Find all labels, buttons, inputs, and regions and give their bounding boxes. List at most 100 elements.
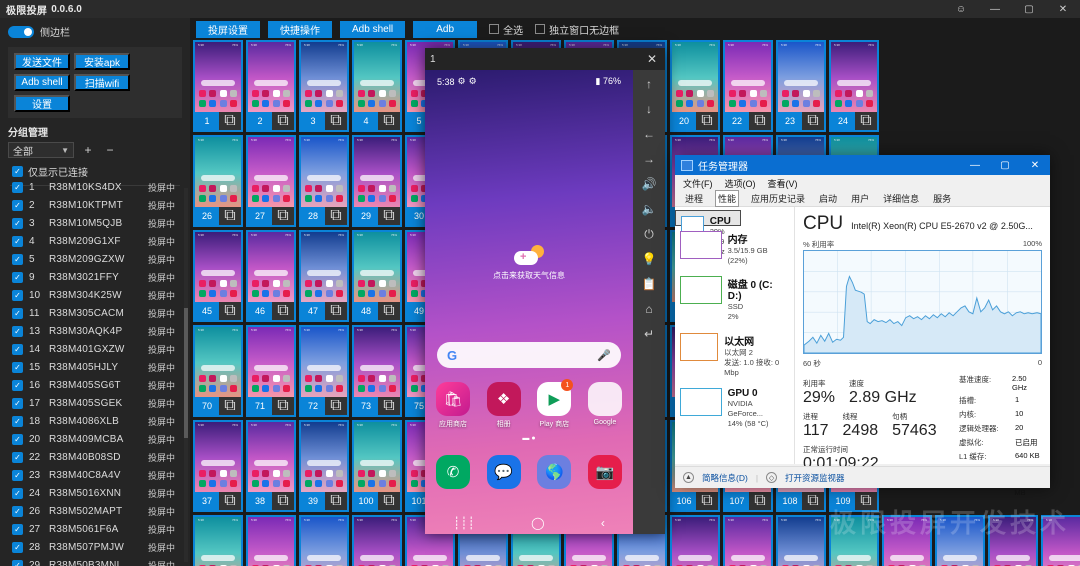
home-nav-icon[interactable]: ⌂	[639, 301, 659, 317]
external-link-icon[interactable]: ⧉	[272, 302, 294, 320]
device-checkbox[interactable]: ✓	[12, 451, 23, 463]
resource-item[interactable]: 磁盘 0 (C: D:) SSD 2%	[675, 271, 794, 327]
quick-actions-button[interactable]: 快捷操作	[268, 20, 332, 38]
external-link-icon[interactable]: ⧉	[696, 112, 718, 130]
adb-shell-button[interactable]: Adb shell	[340, 20, 406, 38]
device-thumbnail[interactable]: 5:3876%39⧉	[299, 515, 349, 566]
device-checkbox[interactable]: ✓	[12, 523, 23, 535]
device-row[interactable]: ✓ 11 R38M305CACM 投屏中	[0, 304, 190, 322]
tab-processes[interactable]: 进程	[683, 191, 705, 206]
device-thumbnail[interactable]: 5:38 76% 3 ⧉	[299, 40, 349, 132]
external-link-icon[interactable]: ⧉	[378, 207, 400, 225]
screen-settings-button[interactable]: 投屏设置	[196, 20, 260, 38]
select-all-box[interactable]	[489, 24, 500, 34]
brief-info-link[interactable]: 简略信息(D)	[702, 472, 748, 484]
device-thumbnail[interactable]: 5:3876%39⧉	[299, 420, 349, 512]
thumbnail-number[interactable]: 28	[301, 207, 325, 225]
device-row[interactable]: ✓ 29 R38M50B3MNL 投屏中	[0, 556, 190, 566]
external-link-icon[interactable]: ⧉	[219, 112, 241, 130]
bulb-icon[interactable]: 💡	[639, 251, 659, 267]
device-row[interactable]: ✓ 16 R38M405SG6T 投屏中	[0, 376, 190, 394]
device-thumbnail[interactable]: 5:3876% 45⧉	[193, 230, 243, 322]
external-link-icon[interactable]: ⧉	[325, 397, 347, 415]
device-thumbnail[interactable]: 5:38 76% 73 ⧉	[352, 325, 402, 417]
external-link-icon[interactable]: ⧉	[272, 397, 294, 415]
external-link-icon[interactable]: ⧉	[325, 112, 347, 130]
thumbnail-number[interactable]: 107	[725, 492, 749, 510]
thumbnail-number[interactable]: 47	[301, 302, 325, 320]
app-icon-google-folder[interactable]: Google	[585, 382, 625, 429]
sidebar-scrollbar-thumb[interactable]	[184, 308, 188, 438]
thumbnail-number[interactable]: 4	[354, 112, 378, 130]
device-checkbox[interactable]: ✓	[12, 433, 23, 445]
external-link-icon[interactable]: ⧉	[802, 112, 824, 130]
thumbnail-number[interactable]: 27	[248, 207, 272, 225]
maximize-button[interactable]: ▢	[1012, 0, 1046, 18]
borderless-box[interactable]	[535, 24, 546, 34]
external-link-icon[interactable]: ⧉	[378, 397, 400, 415]
app-icon-messages[interactable]: 💬	[484, 455, 524, 489]
external-link-icon[interactable]: ⧉	[749, 112, 771, 130]
weather-widget[interactable]: + 点击来获取天气信息	[425, 245, 633, 281]
device-row[interactable]: ✓ 20 R38M409MCBA 投屏中	[0, 430, 190, 448]
external-link-icon[interactable]: ⧉	[219, 207, 241, 225]
device-row[interactable]: ✓ 22 R38M40B08SD 投屏中	[0, 448, 190, 466]
device-checkbox[interactable]: ✓	[12, 397, 23, 409]
external-link-icon[interactable]: ⧉	[378, 112, 400, 130]
phone-screen[interactable]: 5:38 ⚙ ⚙ ▮ 76% + 点击来获取天气信息 G 🎤 🛍 应用商店 ❖ …	[425, 70, 633, 534]
tab-performance[interactable]: 性能	[715, 190, 740, 207]
thumbnail-number[interactable]: 108	[778, 492, 802, 510]
phone-side-toolbar[interactable]: ↑ ↓ ← → 🔊 🔈 ⏻ 💡 📋 ⌂ ↵	[633, 70, 665, 534]
device-row[interactable]: ✓ 27 R38M5061F6A 投屏中	[0, 520, 190, 538]
copy-icon[interactable]: 📋	[639, 276, 659, 292]
device-checkbox[interactable]: ✓	[12, 217, 23, 229]
send-file-button[interactable]: 发送文件	[14, 53, 70, 70]
device-row[interactable]: ✓ 24 R38M5016XNN 投屏中	[0, 484, 190, 502]
device-row[interactable]: ✓ 23 R38M40C8A4V 投屏中	[0, 466, 190, 484]
device-row[interactable]: ✓ 3 R38M10M5QJB 投屏中	[0, 214, 190, 232]
device-thumbnail[interactable]: 5:3876% 47⧉	[299, 230, 349, 322]
device-thumbnail[interactable]: 5:3876%38⧉	[246, 515, 296, 566]
device-thumbnail[interactable]: 5:38 76% 1 ⧉	[193, 40, 243, 132]
volume-up-icon[interactable]: 🔊	[639, 176, 659, 192]
device-row[interactable]: ✓ 14 R38M401GXZW 投屏中	[0, 340, 190, 358]
arrow-down-icon[interactable]: ↓	[639, 101, 659, 117]
menu-options[interactable]: 选项(O)	[725, 177, 756, 190]
task-manager-window[interactable]: 任务管理器 — ▢ ✕ 文件(F) 选项(O) 查看(V) 进程 性能 应用历史…	[675, 155, 1050, 497]
sidebar-toggle-switch[interactable]	[8, 25, 34, 38]
minimize-button[interactable]: —	[978, 0, 1012, 18]
thumbnail-number[interactable]: 48	[354, 302, 378, 320]
thumbnail-number[interactable]: 23	[778, 112, 802, 130]
enter-icon[interactable]: ↵	[639, 326, 659, 342]
device-checkbox[interactable]: ✓	[12, 325, 23, 337]
device-thumbnail[interactable]: 5:38 76% 24 ⧉	[829, 40, 879, 132]
adb-button[interactable]: Adb	[413, 20, 478, 38]
device-thumbnail[interactable]: 5:3876%107⧉	[723, 515, 773, 566]
add-group-button[interactable]: +	[80, 142, 96, 158]
tm-maximize-button[interactable]: ▢	[990, 160, 1020, 171]
external-link-icon[interactable]: ⧉	[749, 492, 771, 510]
thumbnail-number[interactable]: 3	[301, 112, 325, 130]
back-icon[interactable]: ‹	[601, 516, 605, 530]
device-row[interactable]: ✓ 9 R38M3021FFY 投屏中	[0, 268, 190, 286]
recents-icon[interactable]: ┊┊┊	[453, 516, 475, 530]
device-thumbnail[interactable]: 5:3876%100⧉	[352, 515, 402, 566]
device-checkbox[interactable]: ✓	[12, 505, 23, 517]
phone-close-button[interactable]: ✕	[639, 52, 665, 66]
google-search-bar[interactable]: G 🎤	[437, 342, 621, 368]
thumbnail-number[interactable]: 39	[301, 492, 325, 510]
device-thumbnail[interactable]: 5:38 76% 28 ⧉	[299, 135, 349, 227]
app-icon-gallery[interactable]: ❖ 相册	[484, 382, 524, 429]
device-checkbox[interactable]: ✓	[12, 487, 23, 499]
thumbnail-number[interactable]: 70	[195, 397, 219, 415]
only-connected-checkbox[interactable]: ✓	[12, 166, 23, 177]
thumbnail-number[interactable]: 29	[354, 207, 378, 225]
borderless-window-checkbox[interactable]: 独立窗口无边框	[535, 22, 619, 37]
thumbnail-number[interactable]: 24	[831, 112, 855, 130]
home-icon[interactable]: ◯	[531, 516, 544, 530]
device-row[interactable]: ✓ 2 R38M10KTPMT 投屏中	[0, 196, 190, 214]
thumbnail-number[interactable]: 26	[195, 207, 219, 225]
phone-mirror-window[interactable]: 1 ✕ 5:38 ⚙ ⚙ ▮ 76% + 点击来获取天气信息 G 🎤 🛍 应用商…	[425, 48, 665, 534]
device-thumbnail[interactable]: 5:3876% 48⧉	[352, 230, 402, 322]
device-thumbnail[interactable]: 5:3876%100⧉	[352, 420, 402, 512]
